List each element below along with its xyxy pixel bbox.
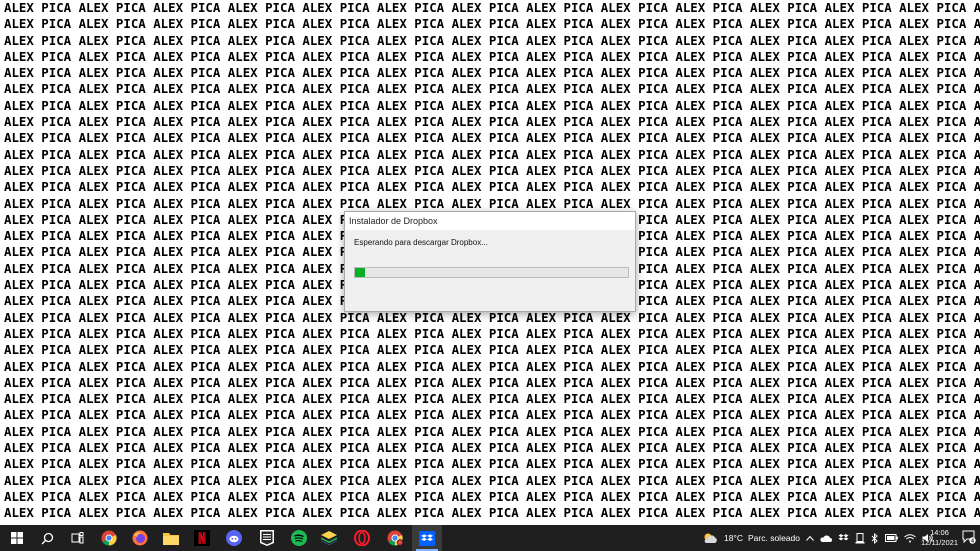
- wallpaper-text-row: ALEX PICA ALEX PICA ALEX PICA ALEX PICA …: [4, 179, 980, 195]
- netflix-button[interactable]: [187, 525, 217, 551]
- notification-icon: 4: [962, 530, 976, 545]
- wallpaper-text-row: ALEX PICA ALEX PICA ALEX PICA ALEX PICA …: [4, 472, 980, 488]
- onedrive-icon[interactable]: [820, 534, 832, 542]
- chrome-icon: [387, 530, 403, 546]
- wallpaper-text-row: ALEX PICA ALEX PICA ALEX PICA ALEX PICA …: [4, 162, 980, 178]
- wallpaper-text-row: ALEX PICA ALEX PICA ALEX PICA ALEX PICA …: [4, 146, 980, 162]
- wallpaper-text-row: ALEX PICA ALEX PICA ALEX PICA ALEX PICA …: [4, 374, 980, 390]
- chrome-button[interactable]: [94, 525, 124, 551]
- opera-icon: [354, 530, 370, 546]
- wallpaper-text-row: ALEX PICA ALEX PICA ALEX PICA ALEX PICA …: [4, 65, 980, 81]
- wallpaper-text-row: ALEX PICA ALEX PICA ALEX PICA ALEX PICA …: [4, 97, 980, 113]
- netflix-icon: [194, 530, 210, 546]
- wallpaper-text-row: ALEX PICA ALEX PICA ALEX PICA ALEX PICA …: [4, 456, 980, 472]
- progress-fill: [355, 268, 365, 277]
- download-progress-bar: [354, 267, 629, 278]
- weather-widget[interactable]: 18°C Parc. soleado: [702, 525, 800, 551]
- wifi-icon[interactable]: [904, 533, 916, 543]
- bluetooth-icon[interactable]: [871, 532, 879, 544]
- wallpaper-text-row: ALEX PICA ALEX PICA ALEX PICA ALEX PICA …: [4, 488, 980, 504]
- discord-icon: [226, 530, 242, 546]
- firefox-icon: [132, 530, 148, 546]
- bluestacks-icon: [321, 531, 337, 545]
- dialog-title[interactable]: Instalador de Dropbox: [345, 212, 635, 230]
- wallpaper-text-row: ALEX PICA ALEX PICA ALEX PICA ALEX PICA …: [4, 81, 980, 97]
- wallpaper-text-row: ALEX PICA ALEX PICA ALEX PICA ALEX PICA …: [4, 309, 980, 325]
- bluestacks-button[interactable]: [314, 525, 344, 551]
- dropbox-installer-dialog: Instalador de Dropbox Esperando para des…: [344, 211, 636, 312]
- taskbar: 18°C Parc. soleado 14:06 12/11/2021 4: [0, 525, 980, 551]
- wallpaper-text-row: ALEX PICA ALEX PICA ALEX PICA ALEX PICA …: [4, 391, 980, 407]
- dropbox-icon: [419, 530, 435, 546]
- wallpaper-text-row: ALEX PICA ALEX PICA ALEX PICA ALEX PICA …: [4, 195, 980, 211]
- weather-description: Parc. soleado: [748, 533, 800, 543]
- wallpaper-text-row: ALEX PICA ALEX PICA ALEX PICA ALEX PICA …: [4, 505, 980, 521]
- dropbox-button[interactable]: [412, 525, 442, 551]
- wallpaper-text-row: ALEX PICA ALEX PICA ALEX PICA ALEX PICA …: [4, 48, 980, 64]
- search-icon: [41, 532, 53, 544]
- wallpaper-text-row: ALEX PICA ALEX PICA ALEX PICA ALEX PICA …: [4, 114, 980, 130]
- wallpaper-text-row: ALEX PICA ALEX PICA ALEX PICA ALEX PICA …: [4, 423, 980, 439]
- wallpaper-text-row: ALEX PICA ALEX PICA ALEX PICA ALEX PICA …: [4, 0, 980, 15]
- clock-date: 12/11/2021: [921, 538, 958, 547]
- spotify-button[interactable]: [284, 525, 314, 551]
- wallpaper-text-row: ALEX PICA ALEX PICA ALEX PICA ALEX PICA …: [4, 407, 980, 423]
- wallpaper-text-row: ALEX PICA ALEX PICA ALEX PICA ALEX PICA …: [4, 16, 980, 32]
- folder-icon: [163, 532, 179, 545]
- task-view-icon: [71, 532, 83, 544]
- wallpaper-text-row: ALEX PICA ALEX PICA ALEX PICA ALEX PICA …: [4, 342, 980, 358]
- wallpaper-text-row: ALEX PICA ALEX PICA ALEX PICA ALEX PICA …: [4, 325, 980, 341]
- wallpaper-text-row: ALEX PICA ALEX PICA ALEX PICA ALEX PICA …: [4, 440, 980, 456]
- battery-icon[interactable]: [885, 534, 898, 542]
- task-view-button[interactable]: [62, 525, 92, 551]
- clock-time: 14:06: [930, 528, 949, 537]
- epic-games-button[interactable]: [252, 525, 282, 551]
- file-explorer-button[interactable]: [156, 525, 186, 551]
- discord-button[interactable]: [219, 525, 249, 551]
- epic-games-icon: [260, 530, 274, 546]
- device-icon[interactable]: [855, 532, 865, 544]
- firefox-button[interactable]: [125, 525, 155, 551]
- search-button[interactable]: [32, 525, 62, 551]
- system-tray: [806, 525, 934, 551]
- notification-center-button[interactable]: 4: [962, 530, 976, 549]
- opera-button[interactable]: [347, 525, 377, 551]
- chevron-up-icon[interactable]: [806, 535, 814, 541]
- start-button[interactable]: [2, 525, 32, 551]
- windows-icon: [11, 532, 23, 544]
- weather-temp: 18°C: [724, 533, 743, 543]
- chrome-alt-button[interactable]: [380, 525, 410, 551]
- wallpaper-text-row: ALEX PICA ALEX PICA ALEX PICA ALEX PICA …: [4, 130, 980, 146]
- wallpaper-text-row: ALEX PICA ALEX PICA ALEX PICA ALEX PICA …: [4, 32, 980, 48]
- dialog-status-text: Esperando para descargar Dropbox...: [354, 238, 488, 247]
- chrome-icon: [101, 530, 117, 546]
- system-clock[interactable]: 14:06 12/11/2021: [921, 528, 958, 548]
- dropbox-tray-icon[interactable]: [838, 533, 849, 543]
- spotify-icon: [291, 530, 307, 546]
- partly-sunny-icon: [704, 533, 717, 543]
- wallpaper-text-row: ALEX PICA ALEX PICA ALEX PICA ALEX PICA …: [4, 358, 980, 374]
